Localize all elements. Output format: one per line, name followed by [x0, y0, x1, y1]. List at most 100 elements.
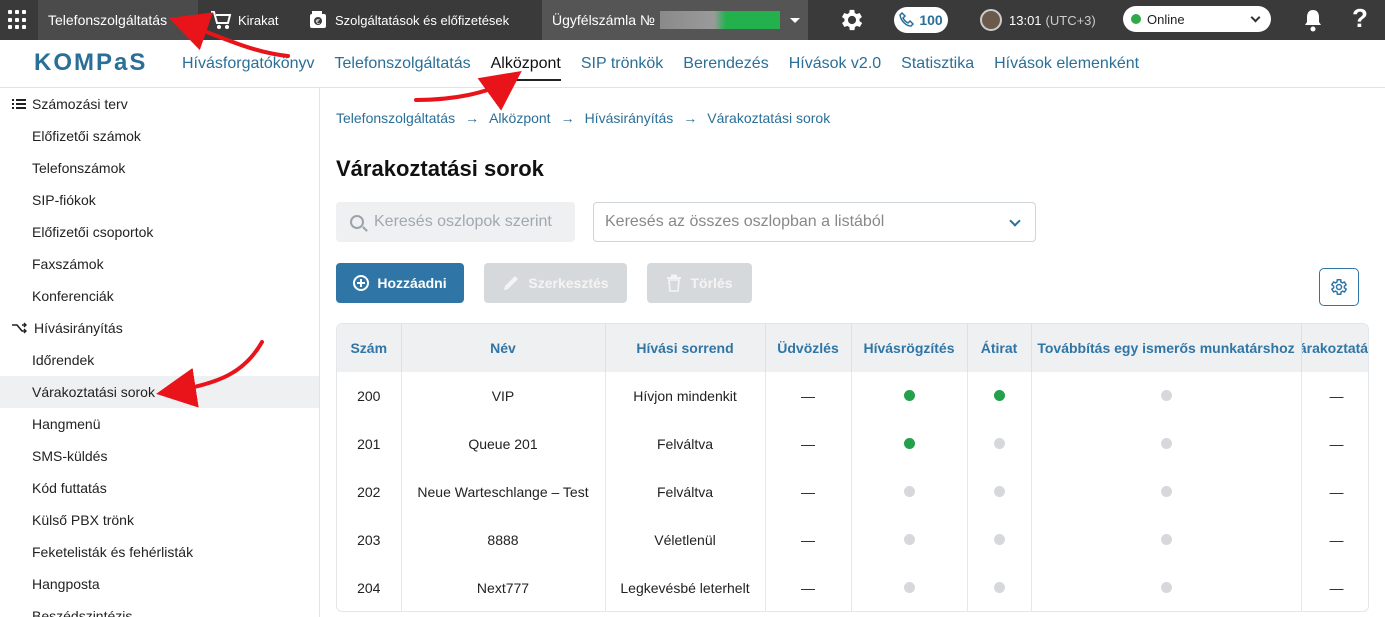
cell-greeting: —	[765, 564, 852, 611]
column-header-greeting[interactable]: Üdvözlés	[765, 324, 852, 372]
gear-icon[interactable]	[838, 6, 866, 34]
table-row[interactable]: 200 VIP Hívjon mindenkit — —	[337, 372, 1368, 420]
table-header-row: Szám Név Hívási sorrend Üdvözlés Hívásrö…	[337, 324, 1368, 372]
trash-icon	[667, 274, 682, 292]
table-row[interactable]: 203 8888 Véletlenül — —	[337, 516, 1368, 564]
nav-tabs: Hívásforgatókönyv Telefonszolgáltatás Al…	[182, 40, 1139, 88]
column-header-call-order[interactable]: Hívási sorrend	[605, 324, 766, 372]
column-header-recording[interactable]: Hívásrögzítés	[851, 324, 968, 372]
breadcrumb-item[interactable]: Hívásirányítás	[585, 110, 674, 126]
chevron-down-icon	[1009, 215, 1021, 227]
sidebar-item-schedules[interactable]: Időrendek	[0, 344, 319, 376]
delete-button[interactable]: Törlés	[647, 263, 752, 303]
nav-tab-call-detail[interactable]: Hívások elemenként	[994, 55, 1139, 73]
column-header-waiting[interactable]: Várakoztatási z	[1301, 324, 1368, 372]
status-select[interactable]: Online	[1123, 6, 1271, 32]
cell-recording	[851, 372, 968, 420]
product-label: Telefonszolgáltatás	[48, 12, 168, 28]
nav-tab-calls-v2[interactable]: Hívások v2.0	[789, 55, 881, 73]
cell-number: 202	[337, 468, 402, 516]
nav-tab-equipment[interactable]: Berendezés	[683, 55, 768, 73]
status-off-icon	[1160, 486, 1172, 497]
search-icon	[350, 215, 364, 229]
edit-button[interactable]: Szerkesztés	[484, 263, 627, 303]
sidebar-item-ivr[interactable]: Hangmenü	[0, 408, 319, 440]
table-row[interactable]: 202 Neue Warteschlange – Test Felváltva — —	[337, 468, 1368, 516]
arrow-right-icon: →	[465, 110, 480, 126]
services-link[interactable]: € Szolgáltatások és előfizetések	[309, 0, 509, 40]
sidebar-item-speech-synthesis[interactable]: Beszédszintézis	[0, 600, 319, 617]
product-switcher[interactable]: Telefonszolgáltatás	[38, 0, 198, 40]
sidebar-item-phone-numbers[interactable]: Telefonszámok	[0, 152, 319, 184]
account-selector[interactable]: Ügyfélszámla №	[542, 0, 808, 40]
queues-table: Szám Név Hívási sorrend Üdvözlés Hívásrö…	[336, 323, 1369, 612]
nav-tab-telephony[interactable]: Telefonszolgáltatás	[335, 55, 471, 73]
calls-counter[interactable]: 100	[894, 7, 948, 33]
cell-greeting: —	[765, 516, 852, 564]
breadcrumb-item[interactable]: Alközpont	[489, 110, 550, 126]
cell-greeting: —	[765, 372, 852, 420]
list-icon	[12, 99, 26, 109]
time-value: 13:01	[1009, 12, 1042, 28]
nav-tab-sip-trunks[interactable]: SIP trönkök	[581, 55, 663, 73]
sidebar-item-sip-accounts[interactable]: SIP-fiókok	[0, 184, 319, 216]
nav-tab-statistics[interactable]: Statisztika	[901, 55, 974, 73]
cell-transcript	[967, 372, 1032, 420]
column-header-forward-known[interactable]: Továbbítás egy ismerős munkatárshoz	[1031, 324, 1302, 372]
avatar[interactable]	[980, 9, 1002, 31]
column-header-number[interactable]: Szám	[337, 324, 402, 372]
sidebar: Számozási terv Előfizetői számok Telefon…	[0, 88, 320, 617]
cell-name: Neue Warteschlange – Test	[401, 468, 606, 516]
edit-button-label: Szerkesztés	[528, 275, 609, 291]
sidebar-item-sms[interactable]: SMS-küldés	[0, 440, 319, 472]
routing-icon	[12, 322, 27, 334]
chevron-down-icon	[1250, 12, 1261, 23]
sidebar-item-queues[interactable]: Várakoztatási sorok	[0, 376, 319, 408]
status-off-icon	[1160, 582, 1172, 593]
account-label: Ügyfélszámla №	[552, 12, 655, 28]
status-off-icon	[903, 582, 915, 593]
breadcrumb: Telefonszolgáltatás → Alközpont → Hívási…	[336, 110, 830, 126]
status-off-icon	[993, 486, 1005, 497]
showcase-link[interactable]: Kirakat	[210, 0, 278, 40]
breadcrumb-item[interactable]: Telefonszolgáltatás	[336, 110, 455, 126]
sidebar-item-fax-numbers[interactable]: Faxszámok	[0, 248, 319, 280]
sidebar-item-black-white-lists[interactable]: Feketelisták és fehérlisták	[0, 536, 319, 568]
status-off-icon	[1160, 534, 1172, 545]
sidebar-item-subscriber-numbers[interactable]: Előfizetői számok	[0, 120, 319, 152]
product-nav: KOMPaS Hívásforgatókönyv Telefonszolgált…	[0, 40, 1385, 88]
nav-tab-pbx[interactable]: Alközpont	[490, 55, 562, 81]
nav-tab-scenario[interactable]: Hívásforgatókönyv	[182, 55, 315, 73]
sidebar-group-routing[interactable]: Hívásirányítás	[0, 312, 319, 344]
table-row[interactable]: 201 Queue 201 Felváltva — —	[337, 420, 1368, 468]
status-off-icon	[1160, 390, 1172, 401]
chevron-down-icon	[790, 18, 800, 23]
sidebar-group-numbering[interactable]: Számozási terv	[0, 88, 319, 120]
column-header-transcript[interactable]: Átirat	[967, 324, 1032, 372]
cell-number: 200	[337, 372, 402, 420]
add-button[interactable]: Hozzáadni	[336, 263, 464, 303]
table-settings-button[interactable]	[1319, 268, 1359, 306]
global-search-select[interactable]: Keresés az összes oszlopban a listából	[593, 202, 1036, 242]
cell-waiting: —	[1301, 420, 1368, 468]
cell-forward-known	[1031, 372, 1302, 420]
sidebar-item-conferences[interactable]: Konferenciák	[0, 280, 319, 312]
sidebar-item-subscriber-groups[interactable]: Előfizetői csoportok	[0, 216, 319, 248]
apps-grid-icon[interactable]	[8, 10, 28, 30]
table-settings-icon	[1330, 279, 1348, 295]
help-icon[interactable]: ?	[1352, 3, 1368, 34]
sidebar-group-label: Hívásirányítás	[34, 320, 123, 336]
status-off-icon	[993, 438, 1005, 449]
sidebar-item-external-pbx[interactable]: Külső PBX trönk	[0, 504, 319, 536]
timezone-value: (UTC+3)	[1045, 12, 1096, 28]
sidebar-item-code-exec[interactable]: Kód futtatás	[0, 472, 319, 504]
sidebar-item-voicemail[interactable]: Hangposta	[0, 568, 319, 600]
cell-waiting: —	[1301, 372, 1368, 420]
table-row[interactable]: 204 Next777 Legkevésbé leterhelt — —	[337, 564, 1368, 611]
breadcrumb-item[interactable]: Várakoztatási sorok	[707, 110, 830, 126]
column-header-name[interactable]: Név	[401, 324, 606, 372]
cell-call-order: Felváltva	[605, 468, 766, 516]
column-search-input[interactable]: Keresés oszlopok szerint	[336, 202, 575, 242]
bell-icon[interactable]	[1302, 8, 1324, 32]
page-title: Várakoztatási sorok	[336, 156, 544, 181]
